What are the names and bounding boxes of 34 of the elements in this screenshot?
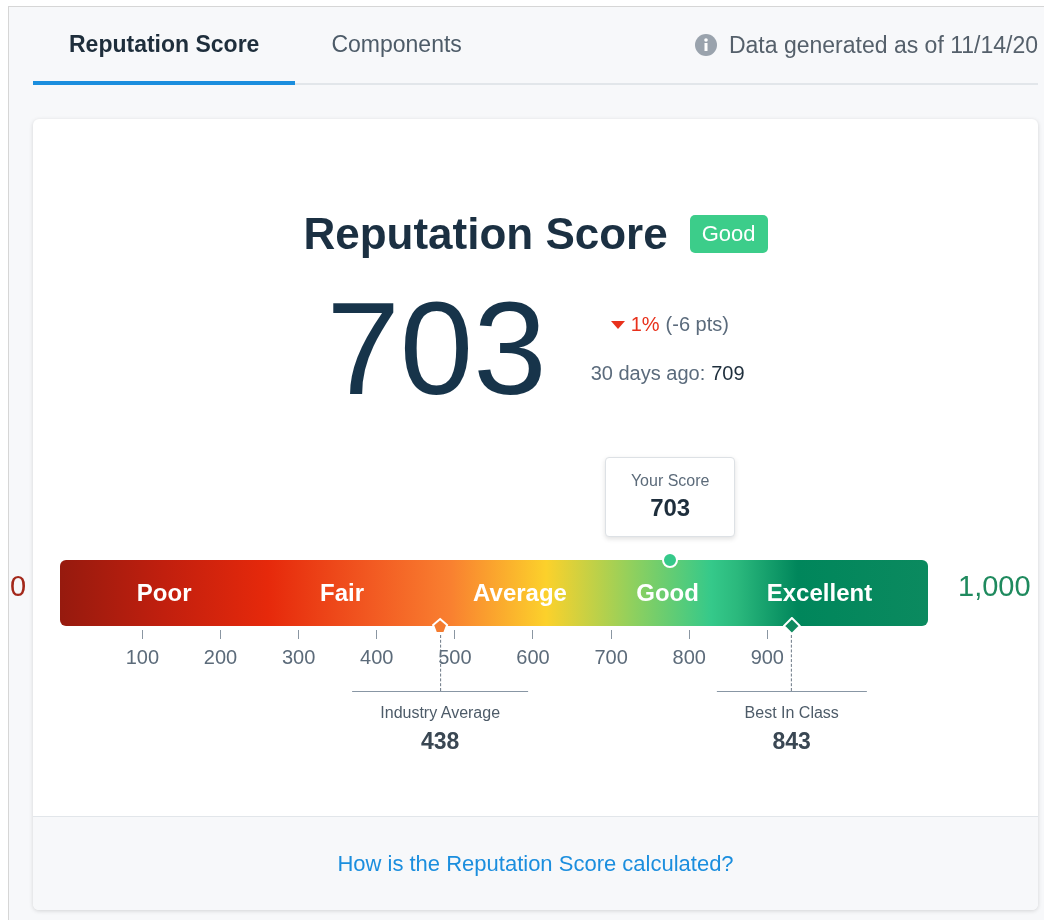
score-calculation-link[interactable]: How is the Reputation Score calculated? [337,850,734,877]
tooltip-label: Your Score [630,472,710,490]
change-percent: 1% [630,313,660,336]
tick-label: 300 [281,646,316,669]
benchmark-label: Best In Class [744,704,839,722]
tick-label: 100 [125,646,160,669]
data-generated-note: Data generated as of 11/14/20 [728,31,1038,59]
band-label: Poor [135,579,193,607]
benchmark-value: 438 [421,728,460,755]
band-label: Average [472,579,568,607]
scale-max-label: 1,000 [957,570,1031,603]
tick-label: 900 [750,646,784,669]
tick-label: 700 [594,646,628,669]
tab[interactable]: Components [295,7,498,85]
previous-score-value: 709 [711,362,745,385]
band-label: Fair [319,579,366,607]
tick-label: 500 [438,646,472,669]
rating-badge: Good [689,215,768,253]
tick-label: 600 [516,646,550,669]
benchmark-value: 843 [772,728,811,755]
tick-label: 800 [672,646,706,669]
previous-score-label: 30 days ago: [590,362,706,385]
scale-min-label: 0 [9,570,28,603]
band-label: Good [635,579,700,607]
card-title: Reputation Score [303,209,668,259]
info-icon [694,34,717,56]
score-value: 703 [326,279,547,419]
benchmark-label: Industry Average [380,704,501,722]
band-label: Excellent [765,579,874,607]
tab[interactable]: Reputation Score [33,7,296,85]
tick-label: 400 [360,646,394,669]
tick-label: 200 [203,646,238,669]
change-points: (-6 pts) [665,313,729,336]
tooltip-value: 703 [650,494,691,522]
